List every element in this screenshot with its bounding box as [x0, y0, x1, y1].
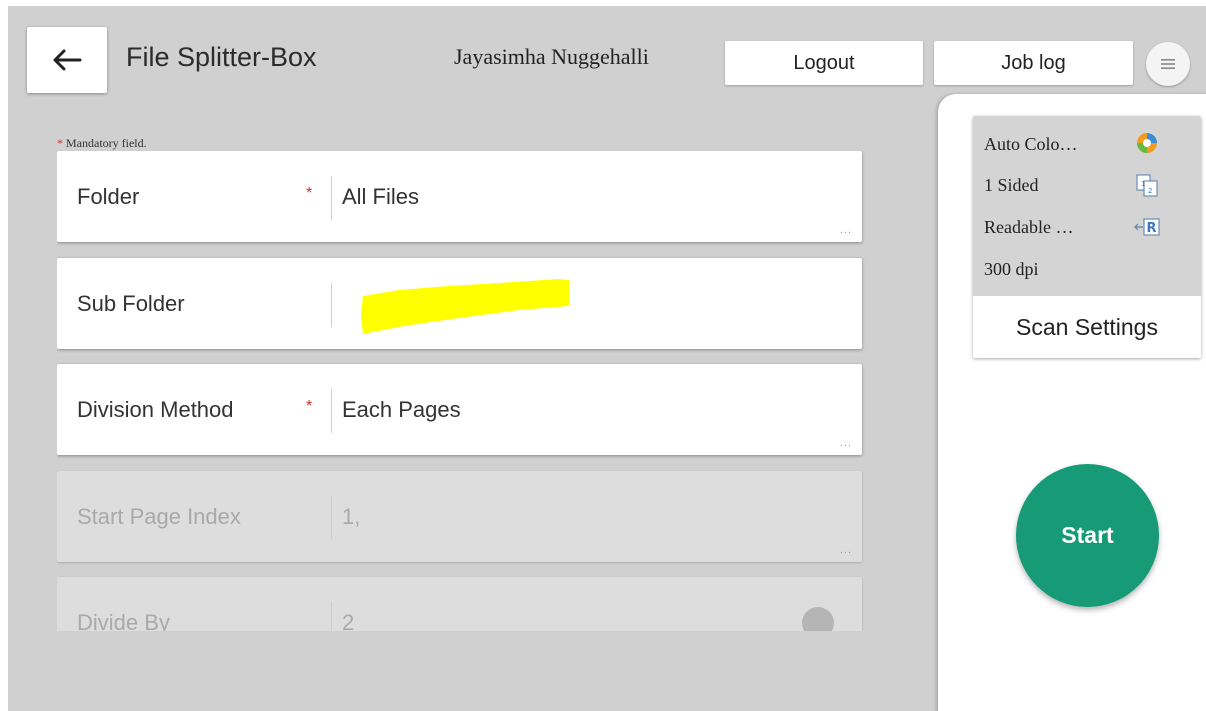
required-star: *: [57, 136, 63, 150]
svg-text:R: R: [1147, 221, 1157, 236]
field-label: Division Method: [77, 396, 234, 422]
user-name: Jayasimha Nuggehalli: [454, 44, 649, 69]
sub-folder-field[interactable]: Sub Folder: [57, 258, 862, 349]
field-value: Each Pages: [342, 396, 461, 422]
start-page-index-field: Start Page Index 1, ...: [57, 471, 862, 562]
redaction-highlight: [361, 279, 569, 334]
orientation-text: Readable …: [984, 217, 1074, 237]
arrow-left-icon: [53, 49, 82, 71]
field-value: 2: [342, 609, 355, 632]
folder-field[interactable]: Folder * All Files ...: [57, 151, 862, 242]
app-screen: File Splitter-Box Jayasimha Nuggehalli L…: [8, 6, 1206, 711]
color-mode-text: Auto Colo…: [984, 134, 1078, 154]
divider: [331, 496, 332, 540]
field-label: Start Page Index: [77, 503, 241, 529]
field-label: Folder: [77, 183, 140, 209]
division-method-field[interactable]: Division Method * Each Pages ...: [57, 364, 862, 455]
logout-button[interactable]: Logout: [725, 41, 923, 85]
start-button[interactable]: Start: [1016, 464, 1159, 607]
divider: [331, 283, 332, 327]
field-label: Divide By: [77, 609, 170, 632]
required-star: *: [306, 185, 313, 202]
menu-button[interactable]: [1146, 42, 1190, 86]
more-indicator: ...: [839, 224, 852, 236]
divider: [331, 389, 332, 433]
mandatory-note-text: Mandatory field.: [66, 136, 147, 150]
app-title: File Splitter-Box: [126, 42, 317, 72]
readable-direction-icon: R: [1134, 218, 1160, 236]
divider: [331, 176, 332, 220]
auto-color-icon: [1137, 133, 1157, 153]
field-value: All Files: [342, 183, 420, 209]
mandatory-note: * Mandatory field.: [57, 136, 147, 151]
more-indicator: ...: [839, 437, 852, 449]
scan-settings-card[interactable]: Auto Colo… 1 Sided 2 1 Readable … R 300 …: [973, 116, 1201, 358]
dropdown-icon: [802, 607, 834, 631]
field-label: Sub Folder: [77, 290, 185, 316]
one-sided-page-icon: 2 1: [1136, 174, 1158, 197]
divide-by-field: Divide By 2: [57, 577, 862, 631]
divider: [331, 602, 332, 631]
form-list[interactable]: Folder * All Files ... Sub Folder Divisi…: [57, 151, 867, 631]
more-indicator: ...: [839, 544, 852, 556]
sides-text: 1 Sided: [984, 175, 1039, 195]
svg-text:1: 1: [1141, 180, 1145, 188]
svg-text:2: 2: [1148, 187, 1152, 195]
resolution-text: 300 dpi: [984, 259, 1039, 279]
hamburger-menu-icon: [1161, 59, 1175, 69]
scan-settings-summary: Auto Colo… 1 Sided 2 1 Readable … R 300 …: [973, 116, 1201, 296]
job-log-button[interactable]: Job log: [934, 41, 1133, 85]
scan-settings-label: Scan Settings: [1016, 313, 1158, 340]
back-button[interactable]: [27, 27, 107, 93]
required-star: *: [306, 398, 313, 415]
field-value: 1,: [342, 503, 361, 529]
